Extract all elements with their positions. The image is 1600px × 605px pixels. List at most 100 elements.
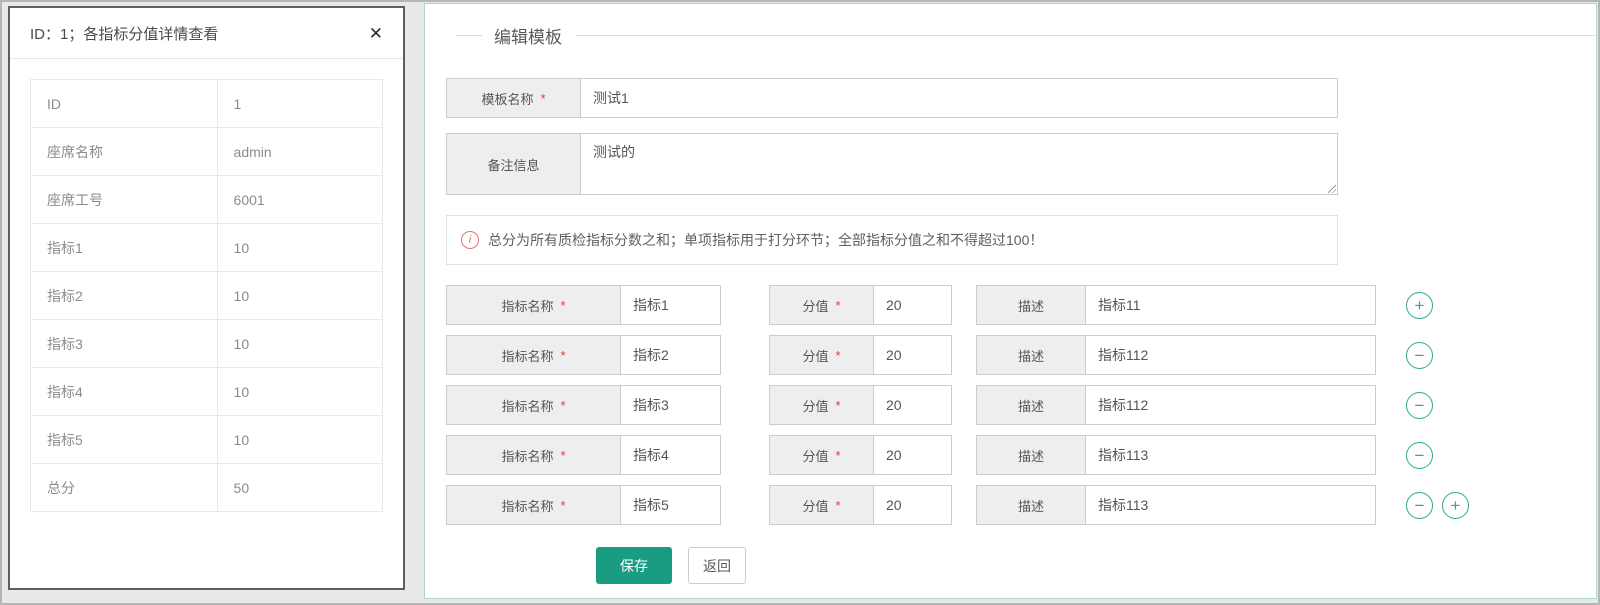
- required-asterisk: *: [560, 398, 565, 413]
- remove-row-button[interactable]: −: [1406, 442, 1433, 469]
- label-text: 分值: [802, 346, 828, 365]
- indicator-score-label: 分值 *: [769, 385, 874, 425]
- add-row-button[interactable]: +: [1442, 492, 1469, 519]
- indicator-row: 指标名称 * 分值 * 描述 −+: [446, 485, 1596, 525]
- indicator-desc-field: 描述: [976, 485, 1376, 525]
- indicator-desc-field: 描述: [976, 285, 1376, 325]
- indicator-score-field: 分值 *: [769, 435, 952, 475]
- add-row-button[interactable]: +: [1406, 292, 1433, 319]
- label-text: 描述: [1018, 446, 1044, 465]
- remark-label: 备注信息: [446, 133, 581, 195]
- label-text: 分值: [802, 396, 828, 415]
- dialog-title: ID：1；各指标分值详情查看: [30, 23, 218, 44]
- indicator-desc-input[interactable]: [1085, 335, 1376, 375]
- indicator-score-input[interactable]: [873, 485, 952, 525]
- remove-row-button[interactable]: −: [1406, 392, 1433, 419]
- label-text: 指标名称: [501, 496, 553, 515]
- detail-table-body: ID 1 座席名称 admin 座席工号 6001 指标1 10 指标2 10 …: [31, 80, 383, 512]
- indicator-score-field: 分值 *: [769, 485, 952, 525]
- indicator-name-field: 指标名称 *: [446, 485, 721, 525]
- label-text: 分值: [802, 446, 828, 465]
- label-text: 描述: [1018, 396, 1044, 415]
- label-text: 分值: [802, 296, 828, 315]
- label-text: 指标名称: [501, 296, 553, 315]
- indicator-name-input[interactable]: [620, 485, 721, 525]
- minus-icon: −: [1415, 447, 1425, 464]
- indicator-name-field: 指标名称 *: [446, 385, 721, 425]
- detail-table: ID 1 座席名称 admin 座席工号 6001 指标1 10 指标2 10 …: [30, 79, 383, 512]
- label-text: 备注信息: [487, 155, 539, 174]
- close-button[interactable]: ✕: [369, 25, 383, 42]
- indicator-desc-label: 描述: [976, 385, 1086, 425]
- remark-textarea[interactable]: 测试的: [580, 133, 1338, 195]
- indicator-name-input[interactable]: [620, 385, 721, 425]
- table-row: 座席工号 6001: [31, 176, 383, 224]
- indicator-name-field: 指标名称 *: [446, 335, 721, 375]
- table-row: ID 1: [31, 80, 383, 128]
- detail-dialog: ID：1；各指标分值详情查看 ✕ ID 1 座席名称 admin 座席工号 60…: [8, 6, 405, 590]
- indicator-desc-label: 描述: [976, 485, 1086, 525]
- detail-label: ID: [31, 80, 218, 128]
- indicator-name-label: 指标名称 *: [446, 485, 621, 525]
- indicator-name-label: 指标名称 *: [446, 335, 621, 375]
- indicator-desc-input[interactable]: [1085, 435, 1376, 475]
- back-button[interactable]: 返回: [688, 547, 746, 584]
- required-asterisk: *: [835, 398, 840, 413]
- indicator-desc-input[interactable]: [1085, 485, 1376, 525]
- indicator-name-input[interactable]: [620, 435, 721, 475]
- detail-value: 6001: [217, 176, 382, 224]
- required-asterisk: *: [560, 448, 565, 463]
- remark-textarea-wrap: 测试的: [580, 133, 1338, 195]
- indicator-desc-label: 描述: [976, 285, 1086, 325]
- required-asterisk: *: [560, 348, 565, 363]
- section-title: 编辑模板: [494, 23, 562, 48]
- detail-label: 座席名称: [31, 128, 218, 176]
- table-row: 指标5 10: [31, 416, 383, 464]
- label-text: 指标名称: [501, 446, 553, 465]
- indicator-score-input[interactable]: [873, 435, 952, 475]
- indicator-desc-input[interactable]: [1085, 285, 1376, 325]
- indicator-score-field: 分值 *: [769, 385, 952, 425]
- label-text: 描述: [1018, 296, 1044, 315]
- row-actions: −+: [1406, 492, 1469, 519]
- indicator-name-input[interactable]: [620, 285, 721, 325]
- indicator-score-label: 分值 *: [769, 485, 874, 525]
- indicator-name-input[interactable]: [620, 335, 721, 375]
- required-asterisk: *: [835, 498, 840, 513]
- detail-value: 10: [217, 416, 382, 464]
- remove-row-button[interactable]: −: [1406, 492, 1433, 519]
- required-asterisk: *: [835, 348, 840, 363]
- template-name-field: 模板名称 *: [446, 78, 1338, 118]
- indicator-name-field: 指标名称 *: [446, 435, 721, 475]
- indicator-score-input[interactable]: [873, 335, 952, 375]
- remove-row-button[interactable]: −: [1406, 342, 1433, 369]
- indicator-name-label: 指标名称 *: [446, 435, 621, 475]
- info-alert: i 总分为所有质检指标分数之和；单项指标用于打分环节；全部指标分值之和不得超过1…: [446, 215, 1338, 265]
- required-asterisk: *: [540, 91, 545, 106]
- template-name-input[interactable]: [580, 78, 1338, 118]
- label-text: 模板名称: [481, 89, 533, 108]
- indicator-row: 指标名称 * 分值 * 描述 −: [446, 435, 1596, 475]
- detail-value: 50: [217, 464, 382, 512]
- required-asterisk: *: [560, 298, 565, 313]
- indicator-score-label: 分值 *: [769, 285, 874, 325]
- label-text: 描述: [1018, 346, 1044, 365]
- label-text: 描述: [1018, 496, 1044, 515]
- legend-dash: [456, 35, 482, 36]
- row-actions: −: [1406, 342, 1433, 369]
- remark-field: 备注信息 测试的: [446, 133, 1338, 195]
- indicator-score-input[interactable]: [873, 385, 952, 425]
- table-row: 指标3 10: [31, 320, 383, 368]
- detail-value: 10: [217, 224, 382, 272]
- table-row: 指标2 10: [31, 272, 383, 320]
- table-row: 座席名称 admin: [31, 128, 383, 176]
- indicator-desc-input[interactable]: [1085, 385, 1376, 425]
- indicator-score-input[interactable]: [873, 285, 952, 325]
- plus-icon: +: [1415, 297, 1425, 314]
- alert-text: 总分为所有质检指标分数之和；单项指标用于打分环节；全部指标分值之和不得超过100…: [488, 230, 1043, 250]
- indicator-score-label: 分值 *: [769, 435, 874, 475]
- row-actions: −: [1406, 392, 1433, 419]
- table-row: 指标4 10: [31, 368, 383, 416]
- section-header: 编辑模板: [446, 22, 1596, 48]
- save-button[interactable]: 保存: [596, 547, 672, 584]
